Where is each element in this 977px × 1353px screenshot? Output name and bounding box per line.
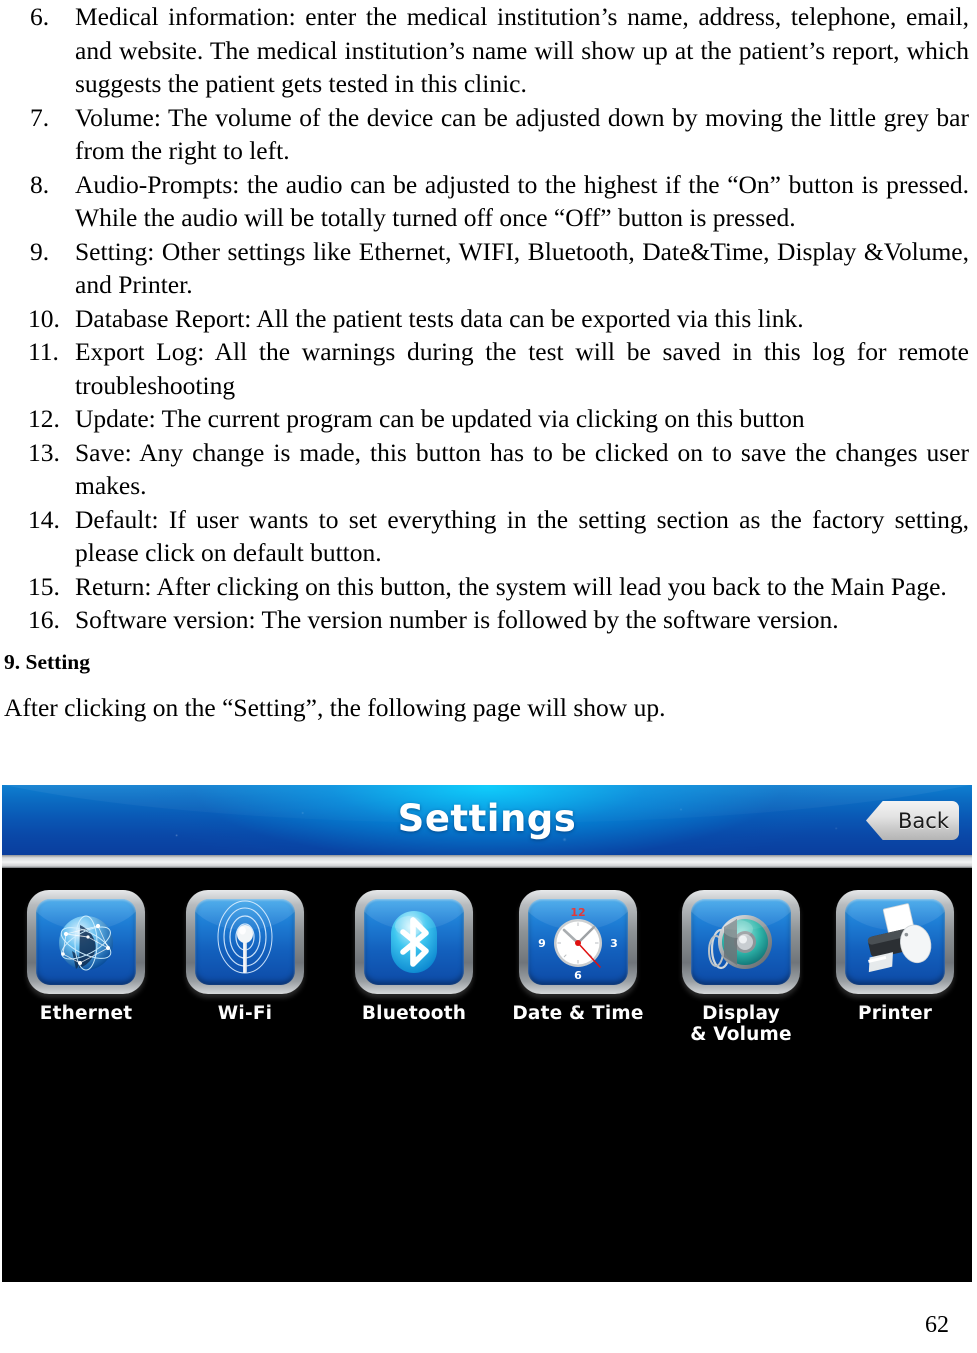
wifi-antenna-icon <box>195 899 295 985</box>
clock-numeral-12: 12 <box>570 906 585 919</box>
settings-item-date-time[interactable]: 12 3 6 9 Date & Time <box>510 890 646 1024</box>
settings-item-label: Ethernet <box>39 1003 133 1024</box>
list-item: 9. Setting: Other settings like Ethernet… <box>0 235 977 302</box>
list-item-text: Volume: The volume of the device can be … <box>75 102 969 166</box>
list-item-text: Return: After clicking on this button, t… <box>75 571 947 601</box>
list-item-number: 16. <box>28 605 60 634</box>
icon-tile <box>186 890 304 1001</box>
intro-paragraph: After clicking on the “Setting”, the fol… <box>4 692 666 722</box>
settings-item-label: Display & Volume <box>690 1003 792 1045</box>
list-item: 6. Medical information: enter the medica… <box>0 0 977 101</box>
back-button-label: Back <box>898 808 949 833</box>
list-item-text: Export Log: All the warnings during the … <box>75 337 969 400</box>
settings-icon-grid: Ethernet Wi-Fi Bluetooth 12 3 6 9 Date &… <box>2 890 972 1070</box>
list-item: 12. Update: The current program can be u… <box>0 402 977 436</box>
page-title: Settings <box>397 797 577 840</box>
speaker-icon <box>691 899 791 985</box>
settings-item-label: Printer <box>857 1003 933 1024</box>
header-separator <box>2 855 972 868</box>
settings-item-label: Wi-Fi <box>217 1003 273 1024</box>
icon-tile: 12 3 6 9 <box>519 890 637 1001</box>
list-item-number: 15. <box>28 571 60 601</box>
list-item-text: Audio-Prompts: the audio can be adjusted… <box>75 169 969 233</box>
list-item-number: 13. <box>28 437 60 467</box>
list-item-text: Update: The current program can be updat… <box>75 404 805 433</box>
list-item-text: Database Report: All the patient tests d… <box>75 303 804 333</box>
bluetooth-icon <box>364 899 464 985</box>
list-item-number: 7. <box>30 102 50 132</box>
settings-item-bluetooth[interactable]: Bluetooth <box>346 890 482 1024</box>
list-item-text: Default: If user wants to set everything… <box>75 504 969 568</box>
list-item-number: 11. <box>28 337 59 366</box>
list-item: 14. Default: If user wants to set everyt… <box>0 503 977 570</box>
globe-network-icon <box>36 899 136 985</box>
clock-numeral-3: 3 <box>610 937 618 950</box>
back-button[interactable]: Back <box>866 801 959 840</box>
icon-tile <box>836 890 954 1001</box>
settings-item-display-volume[interactable]: Display & Volume <box>673 890 809 1045</box>
printer-icon <box>845 899 945 985</box>
list-item: 15. Return: After clicking on this butto… <box>0 570 977 604</box>
settings-item-ethernet[interactable]: Ethernet <box>18 890 154 1024</box>
settings-item-label: Bluetooth <box>361 1003 467 1024</box>
list-item-number: 12. <box>28 404 60 433</box>
list-item-number: 10. <box>28 303 60 333</box>
icon-tile <box>682 890 800 1001</box>
settings-item-printer[interactable]: Printer <box>827 890 963 1024</box>
list-item-number: 6. <box>30 2 50 31</box>
clock-numeral-6: 6 <box>574 969 582 982</box>
list-item-text: Setting: Other settings like Ethernet, W… <box>75 236 969 300</box>
device-settings-screenshot: Settings Back Ethernet Wi-Fi Bluetooth 1… <box>2 785 972 1282</box>
list-item-number: 9. <box>30 236 50 266</box>
analog-clock-icon: 12 3 6 9 <box>528 899 628 985</box>
settings-header-bar: Settings Back <box>2 785 972 855</box>
list-item-text: Save: Any change is made, this button ha… <box>75 437 969 501</box>
list-item: 11. Export Log: All the warnings during … <box>0 335 977 402</box>
document-text-body: 6. Medical information: enter the medica… <box>0 0 977 725</box>
list-item-text: Software version: The version number is … <box>75 605 839 634</box>
section-heading: 9. Setting <box>4 649 90 674</box>
settings-item-label: Date & Time <box>512 1003 644 1024</box>
list-item: 16. Software version: The version number… <box>0 603 977 637</box>
settings-item-wifi[interactable]: Wi-Fi <box>177 890 313 1024</box>
list-item: 13. Save: Any change is made, this butto… <box>0 436 977 503</box>
numbered-list: 6. Medical information: enter the medica… <box>0 0 977 637</box>
settings-icon-canvas: Ethernet Wi-Fi Bluetooth 12 3 6 9 Date &… <box>2 868 972 1282</box>
icon-tile <box>355 890 473 1001</box>
page-number: 62 <box>925 1312 949 1338</box>
clock-numeral-9: 9 <box>538 937 546 950</box>
icon-tile <box>27 890 145 1001</box>
list-item: 8. Audio-Prompts: the audio can be adjus… <box>0 168 977 235</box>
list-item: 7. Volume: The volume of the device can … <box>0 101 977 168</box>
list-item: 10. Database Report: All the patient tes… <box>0 302 977 336</box>
list-item-number: 8. <box>30 169 50 199</box>
list-item-number: 14. <box>28 504 60 534</box>
list-item-text: Medical information: enter the medical i… <box>75 2 969 98</box>
